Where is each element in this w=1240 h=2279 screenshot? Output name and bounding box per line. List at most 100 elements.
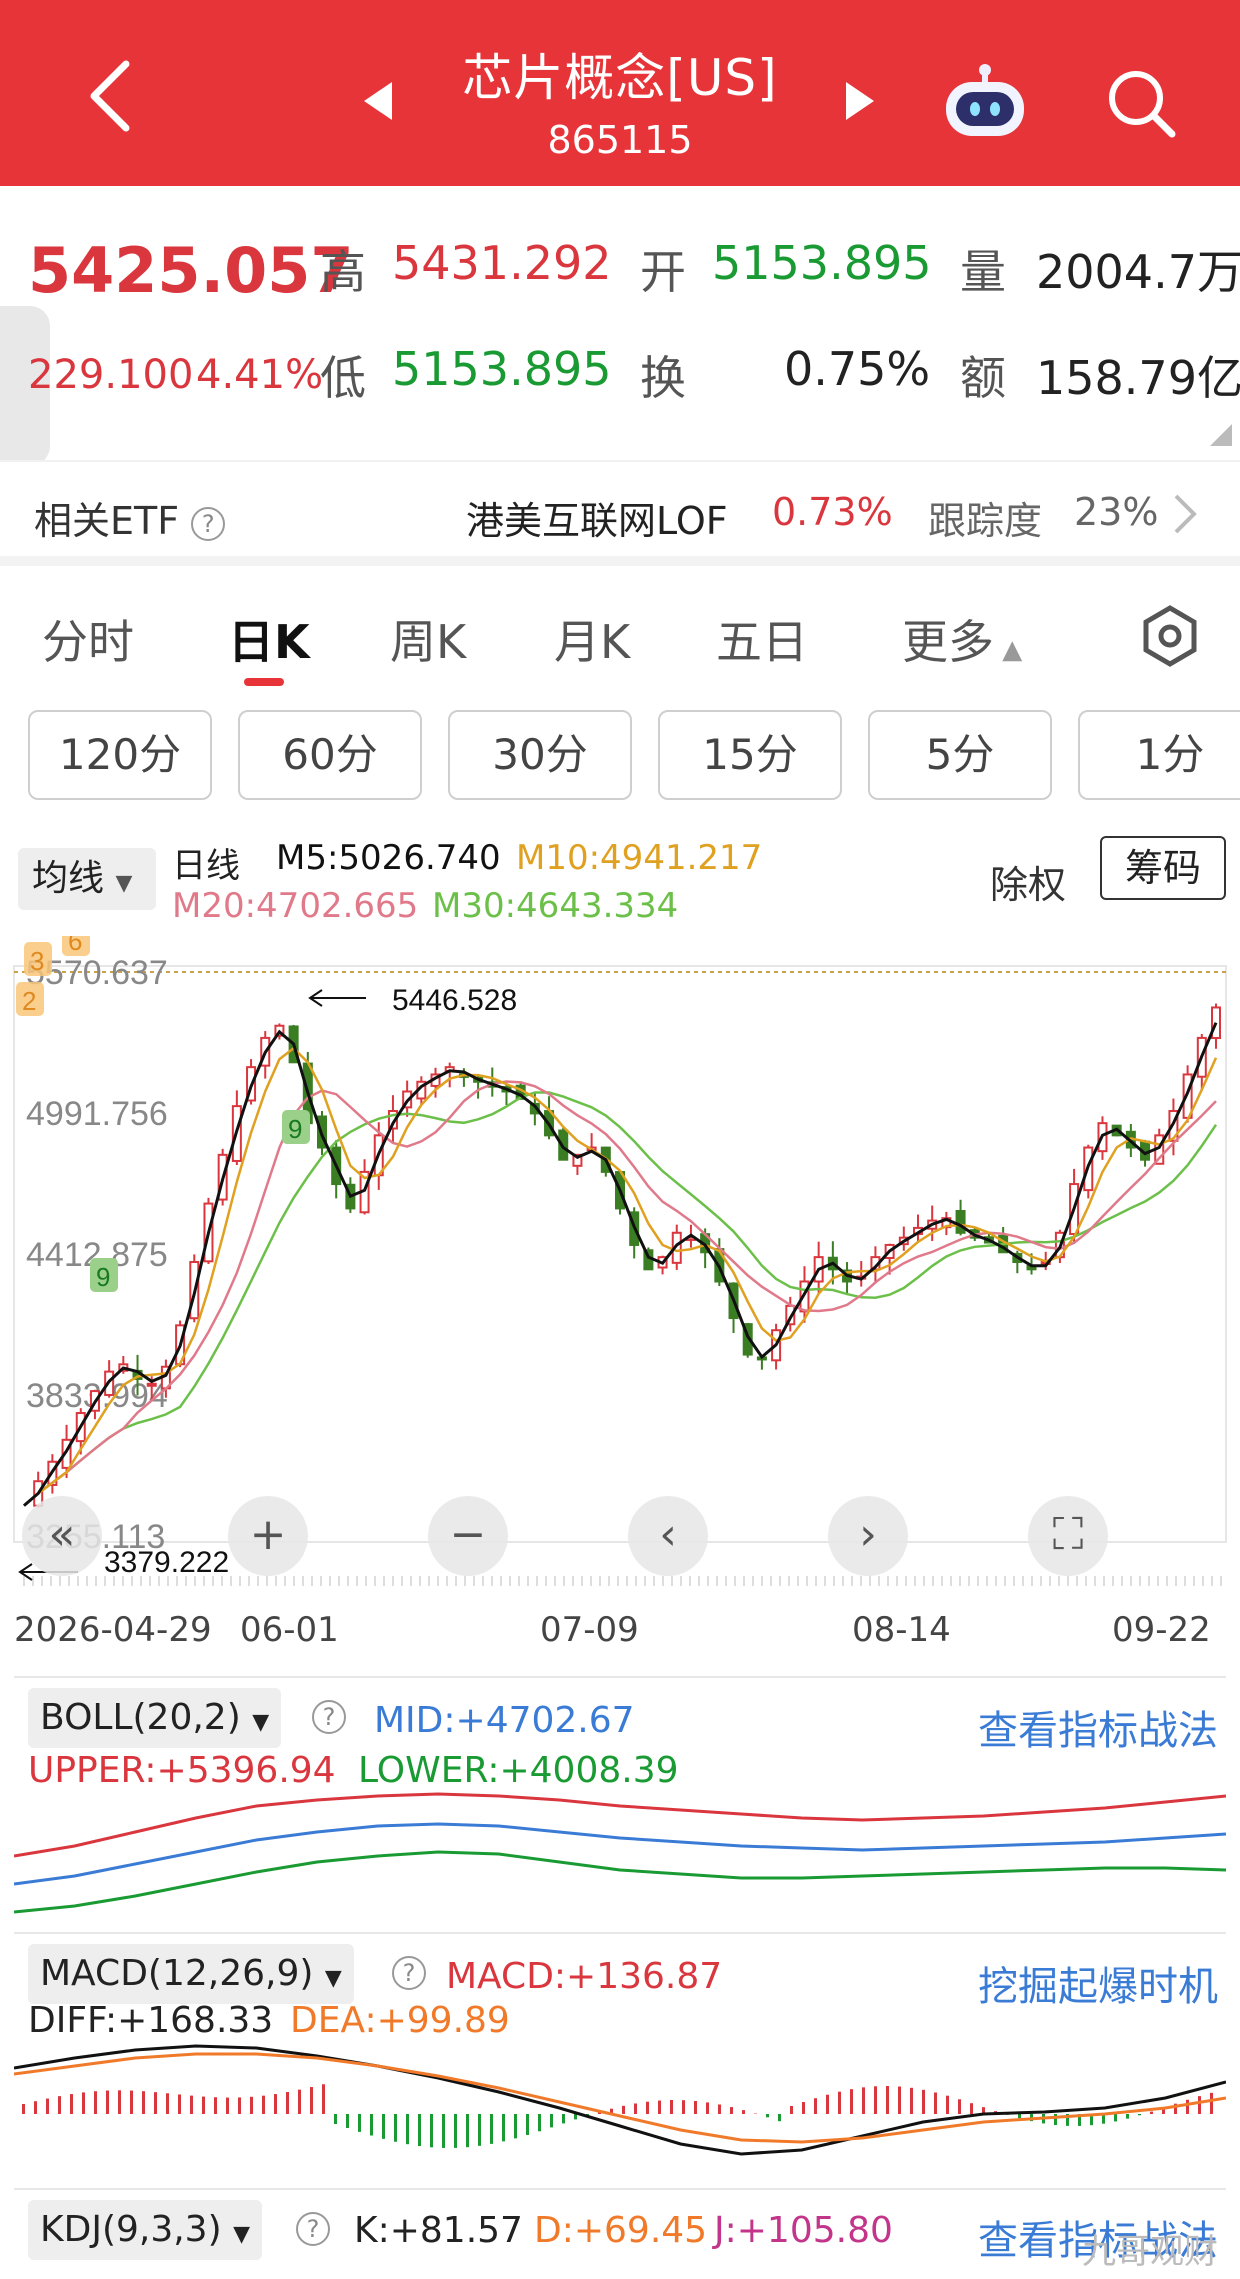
macd-selector[interactable]: MACD(12,26,9) ▼ xyxy=(28,1944,354,2004)
macd-histogram-bar xyxy=(514,2114,517,2139)
boll-upper: UPPER:+5396.94 xyxy=(28,1750,336,1791)
caret-down-icon: ▼ xyxy=(252,1710,270,1735)
interval-60m[interactable]: 60分 xyxy=(238,710,422,800)
macd-histogram-bar xyxy=(106,2090,109,2114)
macd-histogram-bar xyxy=(958,2099,961,2114)
kline-chart[interactable]: 5570.6374991.7564412.8753833.9943255.113… xyxy=(0,936,1240,1586)
price-change: 229.100 xyxy=(28,352,194,398)
ma-line-m20 xyxy=(23,1080,1217,1507)
macd-help-icon[interactable]: ? xyxy=(392,1956,426,1990)
macd-histogram-bar xyxy=(1198,2096,1201,2114)
macd-dea-line xyxy=(14,2052,1226,2144)
macd-histogram-bar xyxy=(562,2114,565,2124)
macd-histogram-bar xyxy=(214,2097,217,2114)
macd-strategy-link[interactable]: 挖掘起爆时机 xyxy=(978,1954,1218,2012)
fullscreen-icon[interactable]: ⛶ xyxy=(1028,1496,1108,1576)
macd-histogram-bar xyxy=(58,2096,61,2114)
open-label: 开 xyxy=(640,245,686,299)
next-stock-arrow-icon[interactable] xyxy=(846,82,874,120)
scroll-left-double-icon[interactable]: « xyxy=(22,1496,102,1576)
amount-label: 额 xyxy=(960,351,1006,405)
macd-histogram-bar xyxy=(118,2090,121,2114)
macd-histogram-bar xyxy=(670,2100,673,2114)
tab-weekly-k[interactable]: 周K xyxy=(390,606,466,672)
macd-histogram-bar xyxy=(418,2114,421,2147)
x-label-2: 07-09 xyxy=(540,1610,639,1650)
settings-hexagon-icon[interactable] xyxy=(1138,604,1202,668)
macd-histogram-bar xyxy=(94,2091,97,2114)
macd-histogram-bar xyxy=(322,2084,325,2114)
related-etf-label: 相关ETF xyxy=(34,499,180,543)
ai-robot-icon[interactable] xyxy=(940,62,1030,140)
boll-help-icon[interactable]: ? xyxy=(312,1700,346,1734)
tab-more[interactable]: 更多 ▲ xyxy=(902,606,1022,672)
y-tick-label: 4991.756 xyxy=(26,1095,168,1133)
boll-selector[interactable]: BOLL(20,2) ▼ xyxy=(28,1688,282,1748)
macd-histogram-bar xyxy=(766,2114,769,2118)
stock-title: 芯片概念[US] xyxy=(462,49,778,107)
tab-daily-k[interactable]: 日K xyxy=(228,606,310,672)
macd-histogram-bar xyxy=(874,2086,877,2114)
td-sequence-number: 6 xyxy=(68,936,82,956)
active-tab-indicator xyxy=(244,678,284,686)
zoom-out-icon[interactable]: − xyxy=(428,1496,508,1576)
interval-5m[interactable]: 5分 xyxy=(868,710,1052,800)
max-arrow-icon xyxy=(308,989,366,1007)
related-etf-row[interactable]: 相关ETF ? 港美互联网LOF 0.73% 跟踪度 23% xyxy=(0,460,1240,566)
ma-selector[interactable]: 均线 ▼ xyxy=(18,848,156,910)
chevron-right-icon[interactable] xyxy=(1170,492,1200,536)
kdj-panel: KDJ(9,3,3) ▼ ? K:+81.57 D:+69.45 J:+105.… xyxy=(14,2188,1226,2279)
macd-histogram-bar xyxy=(694,2100,697,2114)
macd-histogram-bar xyxy=(70,2094,73,2114)
boll-upper-line xyxy=(14,1792,1226,1858)
macd-histogram-bar xyxy=(226,2097,229,2114)
watermark: 九哥观财 xyxy=(1082,2232,1218,2272)
kdj-help-icon[interactable]: ? xyxy=(296,2212,330,2246)
chips-button[interactable]: 筹码 xyxy=(1100,836,1226,900)
kdj-selector[interactable]: KDJ(9,3,3) ▼ xyxy=(28,2200,263,2260)
macd-histogram-bar xyxy=(898,2086,901,2114)
boll-name: BOLL(20,2) xyxy=(40,1697,241,1738)
boll-strategy-link[interactable]: 查看指标战法 xyxy=(978,1698,1218,1756)
macd-histogram-bar xyxy=(358,2114,361,2132)
track-label: 跟踪度 xyxy=(928,499,1043,543)
chart-frame xyxy=(13,965,1227,1543)
macd-name: MACD(12,26,9) xyxy=(40,1953,314,1994)
macd-histogram-bar xyxy=(22,2104,25,2114)
macd-histogram-bar xyxy=(202,2096,205,2114)
interval-15m[interactable]: 15分 xyxy=(658,710,842,800)
stock-code: 865115 xyxy=(547,118,693,162)
expand-corner-icon[interactable] xyxy=(1210,424,1232,446)
high-label: 高 xyxy=(320,245,366,299)
macd-histogram-bar xyxy=(706,2102,709,2114)
period-tabs: 分时 日K 周K 月K 五日 更多 ▲ xyxy=(0,578,1240,688)
help-icon[interactable]: ? xyxy=(191,506,226,541)
macd-histogram-bar xyxy=(1054,2114,1057,2126)
macd-histogram-bar xyxy=(850,2089,853,2114)
exright-label[interactable]: 除权 xyxy=(990,854,1066,909)
macd-histogram-bar xyxy=(1138,2114,1141,2116)
tab-intraday[interactable]: 分时 xyxy=(42,606,134,672)
prev-candle-icon[interactable]: ‹ xyxy=(628,1496,708,1576)
macd-histogram-bar xyxy=(466,2114,469,2148)
ma5-value: M5:5026.740 xyxy=(276,838,501,878)
search-icon[interactable] xyxy=(1100,62,1180,142)
ma-line-m5 xyxy=(23,1022,1218,1507)
interval-30m[interactable]: 30分 xyxy=(448,710,632,800)
interval-1m[interactable]: 1分 xyxy=(1078,710,1240,800)
macd-histogram-bar xyxy=(250,2096,253,2114)
next-candle-icon[interactable]: › xyxy=(828,1496,908,1576)
tab-five-day[interactable]: 五日 xyxy=(716,606,808,672)
tab-monthly-k[interactable]: 月K xyxy=(554,606,630,672)
macd-histogram-bar xyxy=(34,2101,37,2114)
macd-histogram-bar xyxy=(46,2098,49,2114)
boll-lower: LOWER:+4008.39 xyxy=(358,1750,679,1791)
interval-120m[interactable]: 120分 xyxy=(28,710,212,800)
etf-name: 港美互联网LOF xyxy=(466,499,728,543)
macd-histogram-bar xyxy=(166,2093,169,2114)
macd-histogram-bar xyxy=(826,2094,829,2114)
candle-body xyxy=(146,1382,157,1387)
caret-down-icon: ▼ xyxy=(115,871,133,896)
zoom-in-icon[interactable]: + xyxy=(228,1496,308,1576)
macd-histogram-bar xyxy=(430,2114,433,2148)
